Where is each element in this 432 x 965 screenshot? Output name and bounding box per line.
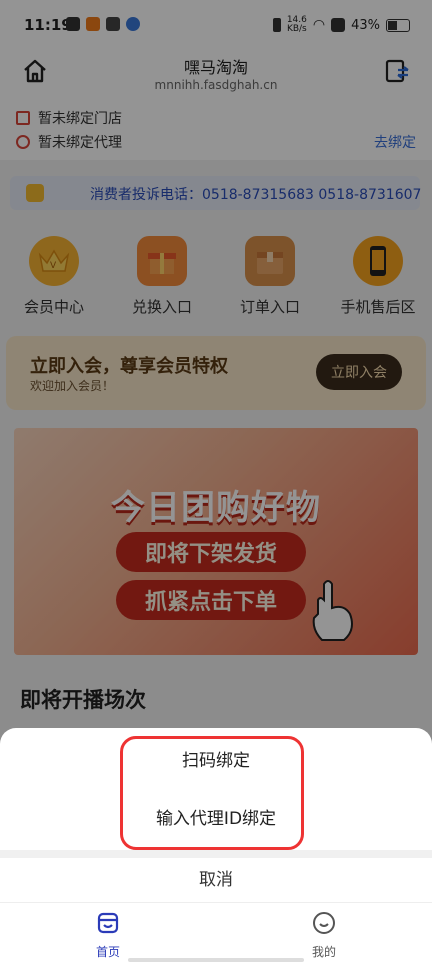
tab-mine[interactable]: 我的: [216, 911, 432, 960]
profile-tab-icon: [313, 912, 335, 934]
gesture-bar: [128, 958, 304, 962]
tab-home[interactable]: 首页: [0, 911, 216, 960]
bottom-tabbar: 首页 我的: [0, 902, 432, 965]
home-tab-icon: [97, 912, 119, 934]
sheet-separator: [0, 850, 432, 858]
action-sheet: 扫码绑定 输入代理ID绑定 取消 首页 我的: [0, 728, 432, 965]
highlight-outline: [120, 736, 304, 850]
cancel-button[interactable]: 取消: [0, 858, 432, 902]
